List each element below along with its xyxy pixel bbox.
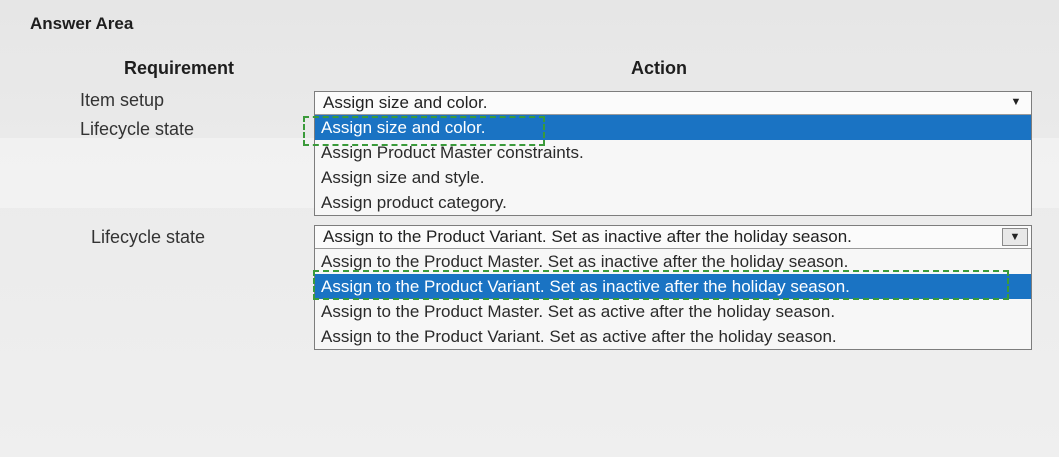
item-setup-option[interactable]: Assign size and style. — [315, 165, 1031, 190]
lifecycle-state-option[interactable]: Assign to the Product Master. Set as act… — [315, 299, 1031, 324]
answer-area-title: Answer Area — [30, 14, 134, 33]
item-setup-option[interactable]: Assign Product Master constraints. — [315, 140, 1031, 165]
item-setup-option[interactable]: Assign size and color. — [315, 115, 1031, 140]
action-header: Action — [631, 58, 687, 78]
lifecycle-state-option[interactable]: Assign to the Product Variant. Set as in… — [315, 274, 1031, 299]
lifecycle-state-option[interactable]: Assign to the Product Variant. Set as ac… — [315, 324, 1031, 349]
chevron-down-icon[interactable]: ▼ — [1002, 228, 1028, 246]
item-setup-dropdown-header[interactable]: Assign size and color. ▼ — [315, 92, 1031, 115]
requirement-item-setup: Item setup — [80, 90, 165, 110]
requirement-header: Requirement — [124, 58, 235, 78]
item-setup-selected-value: Assign size and color. — [323, 93, 488, 112]
lifecycle-state-dropdown[interactable]: Assign to the Product Variant. Set as in… — [314, 225, 1032, 350]
lifecycle-state-selected-value: Assign to the Product Variant. Set as in… — [323, 227, 852, 246]
requirement-lifecycle-state-2: Lifecycle state — [91, 227, 206, 247]
item-setup-option[interactable]: Assign product category. — [315, 190, 1031, 215]
requirement-lifecycle-state: Lifecycle state — [80, 119, 195, 139]
lifecycle-state-option[interactable]: Assign to the Product Master. Set as ina… — [315, 249, 1031, 274]
lifecycle-state-dropdown-header[interactable]: Assign to the Product Variant. Set as in… — [315, 226, 1031, 249]
chevron-down-icon[interactable]: ▼ — [1004, 94, 1028, 110]
item-setup-dropdown[interactable]: Assign size and color. ▼ Assign size and… — [314, 91, 1032, 216]
